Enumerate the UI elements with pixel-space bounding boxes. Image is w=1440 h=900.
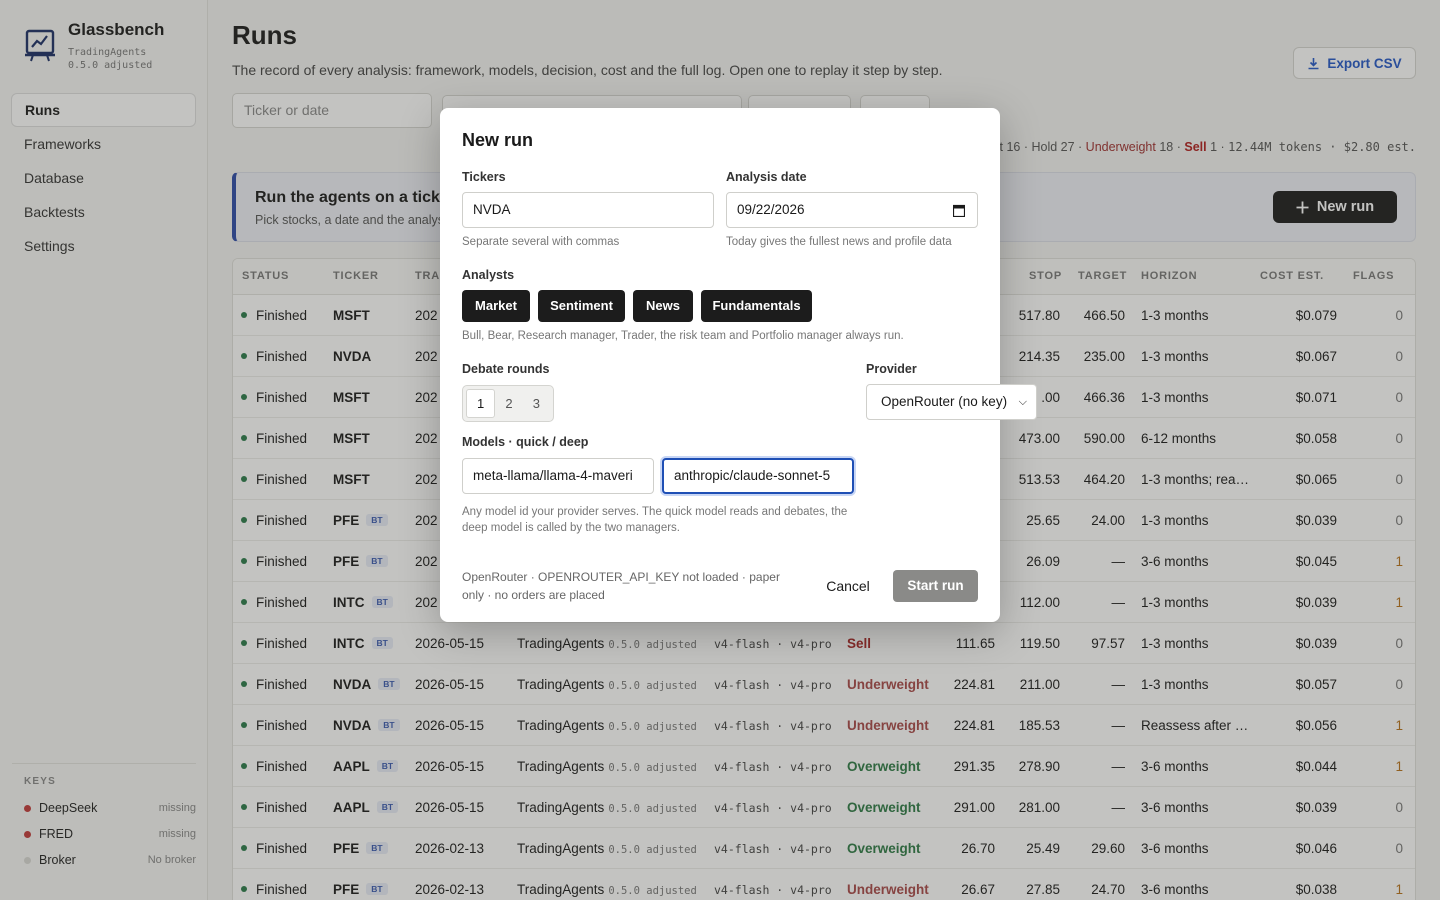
start-run-button[interactable]: Start run	[893, 570, 978, 602]
provider-select[interactable]: OpenRouter (no key) ⌵	[866, 384, 1037, 420]
analysts-hint: Bull, Bear, Research manager, Trader, th…	[462, 330, 904, 342]
tickers-hint: Separate several with commas	[462, 236, 620, 248]
date-label: Analysis date	[726, 170, 807, 184]
quick-model-input[interactable]: meta-llama/llama-4-maveri	[462, 458, 654, 494]
debate-label: Debate rounds	[462, 362, 550, 376]
debate-option-3[interactable]: 3	[523, 389, 550, 418]
analysts-label: Analysts	[462, 268, 515, 282]
provider-footer-note: OpenRouter · OPENROUTER_API_KEY not load…	[462, 570, 780, 602]
date-hint: Today gives the fullest news and profile…	[726, 236, 952, 248]
analyst-chip-market[interactable]: Market	[462, 290, 530, 322]
cancel-button[interactable]: Cancel	[818, 570, 878, 602]
models-hint: Any model id your provider serves. The q…	[462, 506, 848, 534]
dialog-title: New run	[462, 130, 534, 150]
deep-model-input[interactable]: anthropic/claude-sonnet-5	[662, 458, 854, 494]
analyst-chip-sentiment[interactable]: Sentiment	[538, 290, 625, 322]
analyst-chip-news[interactable]: News	[633, 290, 693, 322]
debate-option-2[interactable]: 2	[495, 389, 522, 418]
provider-value: OpenRouter (no key)	[881, 394, 1008, 409]
provider-label: Provider	[866, 362, 917, 376]
tickers-label: Tickers	[462, 170, 506, 184]
debate-option-1[interactable]: 1	[466, 389, 496, 418]
debate-rounds-selector: 1 2 3	[462, 385, 554, 422]
chevron-down-icon: ⌵	[1018, 396, 1027, 408]
date-value: 09/22/2026	[737, 202, 805, 217]
tickers-input[interactable]: NVDA	[462, 192, 714, 228]
models-label: Models · quick / deep	[462, 435, 589, 449]
analysis-date-input[interactable]: 09/22/2026	[726, 192, 978, 228]
analyst-chip-fundamentals[interactable]: Fundamentals	[701, 290, 812, 322]
new-run-dialog: New run Tickers NVDA Separate several wi…	[440, 108, 1037, 622]
calendar-icon[interactable]	[953, 204, 965, 217]
